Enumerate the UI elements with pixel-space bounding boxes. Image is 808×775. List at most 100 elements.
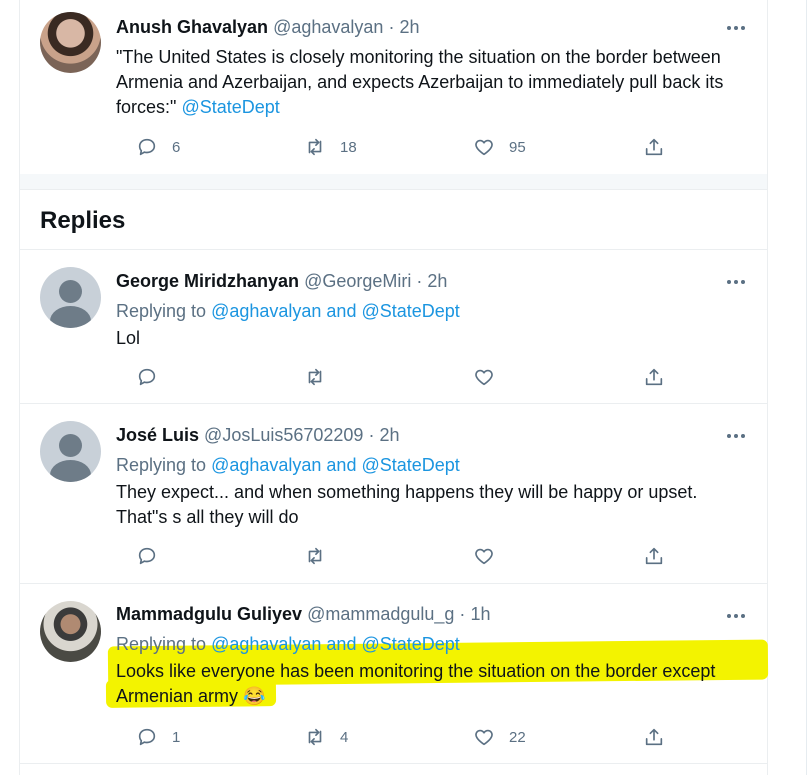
replying-to-link[interactable]: @aghavalyan and @StateDept — [211, 301, 460, 321]
tweet-text-line: That"s s all they will do — [116, 507, 299, 527]
replying-to: Replying to @aghavalyan and @StateDept — [116, 634, 460, 655]
tweet-header: José Luis @JosLuis56702209 · 2h — [116, 425, 400, 446]
reply-icon — [138, 368, 156, 386]
reply-button[interactable] — [136, 543, 158, 569]
more-icon[interactable] — [724, 430, 745, 440]
tweet-header: Mammadgulu Guliyev @mammadgulu_g · 1h — [116, 604, 490, 625]
tweet-text-fragment: Armenian army — [116, 686, 239, 706]
tweet-header: George Miridzhanyan @GeorgeMiri · 2h — [116, 271, 447, 292]
replying-to-link[interactable]: @aghavalyan and @StateDept — [211, 455, 460, 475]
share-icon — [645, 728, 663, 746]
share-icon — [645, 547, 663, 565]
tweet-actions: 1 4 22 — [116, 724, 663, 750]
replying-prefix: Replying to — [116, 455, 207, 475]
heart-icon — [475, 729, 493, 746]
retweet-button[interactable] — [304, 543, 326, 569]
like-button[interactable] — [473, 364, 495, 390]
like-button[interactable]: 22 — [473, 724, 526, 750]
like-button[interactable]: 95 — [473, 134, 526, 160]
mention-link[interactable]: @StateDept — [181, 97, 279, 117]
share-button[interactable] — [643, 543, 665, 569]
share-button[interactable] — [643, 364, 665, 390]
more-icon[interactable] — [724, 276, 745, 286]
like-button[interactable] — [473, 543, 495, 569]
retweet-count: 4 — [340, 728, 349, 746]
retweet-button[interactable]: 18 — [304, 134, 357, 160]
author-handle[interactable]: @mammadgulu_g — [307, 604, 454, 624]
author-name[interactable]: Anush Ghavalyan — [116, 17, 268, 37]
author-handle[interactable]: @GeorgeMiri — [304, 271, 411, 291]
reply-count: 1 — [172, 728, 181, 746]
tweet-header: Anush Ghavalyan @aghavalyan · 2h — [116, 17, 419, 38]
divider — [806, 0, 807, 775]
share-icon — [645, 138, 663, 156]
replying-to: Replying to @aghavalyan and @StateDept — [116, 301, 460, 322]
reply-icon — [138, 547, 156, 565]
timestamp[interactable]: 2h — [427, 271, 447, 291]
reply-button[interactable] — [136, 364, 158, 390]
heart-icon — [475, 548, 493, 565]
reply-icon — [138, 138, 156, 156]
tweet-actions: 6 18 95 — [116, 134, 663, 160]
avatar[interactable] — [40, 12, 101, 73]
like-count: 95 — [509, 138, 526, 156]
replying-to-link[interactable]: @aghavalyan and @StateDept — [211, 634, 460, 654]
author-handle[interactable]: @JosLuis56702209 — [204, 425, 363, 445]
tweet-text-line: They expect... and when something happen… — [116, 482, 698, 502]
left-margin — [0, 0, 19, 775]
like-count: 22 — [509, 728, 526, 746]
default-avatar[interactable] — [40, 421, 101, 482]
separator-dot: · — [388, 17, 395, 37]
tweet-text: They expect... and when something happen… — [116, 480, 746, 530]
right-margin — [769, 0, 808, 775]
share-icon — [645, 368, 663, 386]
default-avatar[interactable] — [40, 267, 101, 328]
retweet-icon — [308, 547, 322, 565]
reply-button[interactable]: 6 — [136, 134, 180, 160]
reply-tweet[interactable]: George Miridzhanyan @GeorgeMiri · 2h Rep… — [20, 250, 767, 404]
laughing-emoji-icon: 😂 — [243, 686, 266, 706]
retweet-button[interactable]: 4 — [304, 724, 348, 750]
timestamp[interactable]: 1h — [470, 604, 490, 624]
section-divider — [20, 174, 767, 190]
timestamp[interactable]: 2h — [379, 425, 399, 445]
share-button[interactable] — [643, 724, 665, 750]
tweet-text: Lol — [116, 328, 141, 348]
heart-icon — [475, 369, 493, 386]
more-icon[interactable] — [724, 22, 745, 32]
author-name[interactable]: George Miridzhanyan — [116, 271, 299, 291]
replying-to: Replying to @aghavalyan and @StateDept — [116, 455, 460, 476]
reply-button[interactable]: 1 — [136, 724, 180, 750]
replies-heading: Replies — [40, 207, 126, 234]
tweet-text: Looks like everyone has been monitoring … — [116, 659, 746, 709]
avatar[interactable] — [40, 601, 101, 662]
tweet-actions — [116, 364, 663, 390]
reply-tweet[interactable]: Mammadgulu Guliyev @mammadgulu_g · 1h Re… — [20, 584, 769, 764]
author-name[interactable]: Mammadgulu Guliyev — [116, 604, 302, 624]
main-tweet[interactable]: Anush Ghavalyan @aghavalyan · 2h "The Un… — [20, 0, 767, 174]
separator-dot: · — [368, 425, 375, 445]
retweet-icon — [308, 728, 322, 746]
timestamp[interactable]: 2h — [399, 17, 419, 37]
reply-tweet[interactable]: José Luis @JosLuis56702209 · 2h Replying… — [20, 404, 767, 584]
more-icon[interactable] — [724, 610, 745, 620]
author-name[interactable]: José Luis — [116, 425, 199, 445]
replying-prefix: Replying to — [116, 634, 207, 654]
retweet-button[interactable] — [304, 364, 326, 390]
retweet-icon — [308, 368, 322, 386]
separator-dot: · — [459, 604, 466, 624]
retweet-count: 18 — [340, 138, 357, 156]
timeline-column: Anush Ghavalyan @aghavalyan · 2h "The Un… — [19, 0, 769, 775]
separator-dot: · — [416, 271, 423, 291]
author-handle[interactable]: @aghavalyan — [273, 17, 383, 37]
replying-prefix: Replying to — [116, 301, 207, 321]
tweet-text-line: Armenian army 😂 — [116, 684, 746, 709]
reply-icon — [138, 728, 156, 746]
heart-icon — [475, 139, 493, 156]
tweet-text: "The United States is closely monitoring… — [116, 45, 746, 120]
retweet-icon — [308, 138, 322, 156]
tweet-actions — [116, 543, 663, 569]
share-button[interactable] — [643, 134, 665, 160]
tweet-text-line: Looks like everyone has been monitoring … — [116, 661, 716, 681]
reply-count: 6 — [172, 138, 181, 156]
